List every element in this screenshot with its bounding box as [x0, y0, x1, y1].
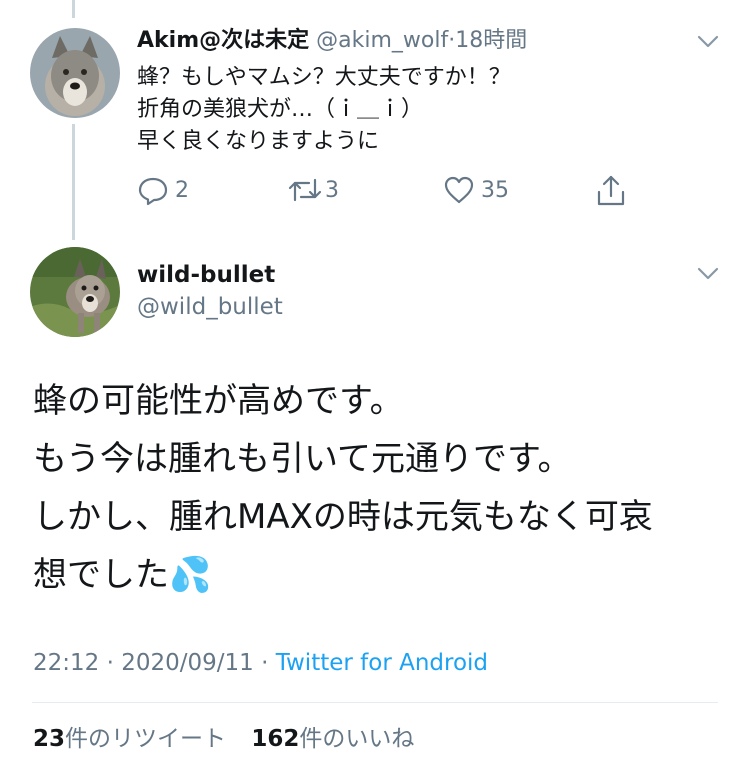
- meta-divider: [32, 702, 718, 703]
- reply-line-2: 折角の美狼犬が…（ｉ＿ｉ）: [137, 97, 424, 122]
- reply-time[interactable]: 18時間: [455, 28, 527, 53]
- thread-line-connector: [72, 124, 75, 240]
- heart-icon: [444, 176, 474, 204]
- main-display-name[interactable]: wild-bullet: [137, 260, 275, 290]
- reply-handle[interactable]: @akim_wolf: [316, 28, 448, 53]
- tweet-meta: 22:12 · 2020/09/11 · Twitter for Android: [33, 648, 488, 678]
- reply-header: Akim@次は未定 @akim_wolf·18時間: [137, 26, 527, 56]
- reply-display-name[interactable]: Akim@次は未定: [137, 28, 309, 53]
- tweet-stats: 23件のリツイート 162件のいいね: [33, 724, 414, 754]
- share-icon: [597, 175, 625, 206]
- retweet-stat-link[interactable]: 23件のリツイート: [33, 726, 233, 752]
- like-stat-label: 件のいいね: [299, 726, 415, 752]
- main-line-4: 想でした💦: [33, 555, 212, 595]
- retweet-stat-label: 件のリツイート: [65, 726, 227, 752]
- retweet-icon: [288, 178, 322, 202]
- retweet-action-button[interactable]: 3: [287, 174, 339, 206]
- share-action-button[interactable]: [595, 174, 627, 208]
- meta-separator-1: ·: [99, 650, 122, 676]
- main-chevron-down-icon[interactable]: [696, 266, 720, 282]
- reply-icon: [138, 177, 168, 206]
- like-action-button[interactable]: 35: [443, 174, 509, 206]
- reply-chevron-down-icon[interactable]: [696, 34, 720, 50]
- tweet-source-link[interactable]: Twitter for Android: [276, 650, 488, 676]
- main-line-1: 蜂の可能性が高めです。: [33, 381, 404, 421]
- meta-separator-2: ·: [253, 650, 276, 676]
- retweet-stat-count: 23: [33, 726, 66, 752]
- reply-count: 2: [175, 177, 189, 203]
- main-line-3: しかし、腫れMAXの時は元気もなく可哀: [33, 497, 653, 537]
- like-stat-link[interactable]: 162件のいいね: [251, 726, 414, 752]
- reply-text: 蜂？もしやマムシ？大丈夫ですか！？ 折角の美狼犬が…（ｉ＿ｉ） 早く良くなります…: [137, 62, 511, 158]
- tweet-time: 22:12: [33, 650, 100, 676]
- reply-line-3: 早く良くなりますように: [137, 129, 380, 154]
- reply-line-1: 蜂？もしやマムシ？大丈夫ですか！？: [137, 65, 511, 90]
- reply-action-button[interactable]: 2: [137, 174, 189, 206]
- wild-bullet-avatar[interactable]: [30, 247, 120, 337]
- retweet-count: 3: [325, 177, 339, 203]
- main-line-2: もう今は腫れも引いて元通りです。: [33, 439, 572, 479]
- akim-avatar[interactable]: [30, 28, 120, 118]
- main-handle[interactable]: @wild_bullet: [137, 292, 283, 322]
- tweet-date: 2020/09/11: [121, 650, 254, 676]
- thread-line-top: [72, 0, 75, 18]
- like-stat-count: 162: [251, 726, 300, 752]
- main-tweet-text: 蜂の可能性が高めです。 もう今は腫れも引いて元通りです。 しかし、腫れMAXの時…: [33, 372, 653, 604]
- like-count: 35: [481, 177, 509, 203]
